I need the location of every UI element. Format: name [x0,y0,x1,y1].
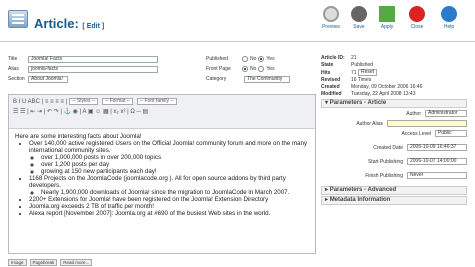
access-select[interactable]: Public [435,130,467,138]
params-advanced-header[interactable]: ▸ Parameters - Advanced [321,186,467,195]
list-item: growing at 150 new participants each day… [41,168,309,175]
list-item: Joomla.org exceeds 2 TB of traffic per m… [29,203,309,210]
frontpage-label: Front Page [206,66,231,72]
params-article-header[interactable]: ▾ Parameters - Article [321,99,467,108]
close-icon [409,6,425,22]
close-button[interactable]: Close [404,6,430,30]
alias-input[interactable]: joomla-facts [28,66,158,73]
article-form: Title Joomla! Facts Alias joomla-facts S… [8,55,316,86]
title-label: Title [8,56,18,62]
editor-toolbar[interactable]: B I U ABC | ≡ ≡ ≡ ≡ | -- Styles -- -- For… [9,95,315,129]
checkmark-icon [379,6,395,22]
section-label: Section [8,76,25,82]
start-publishing-input[interactable]: 2006-10-07 14:00:00 [407,158,467,166]
category-select[interactable]: The Community [244,76,290,83]
list-item: Nearly 1,900,000 downloads of Joomla! si… [41,189,309,196]
metadata-header[interactable]: ▸ Metadata Information [321,196,467,205]
section-select[interactable]: About Joomla! [28,76,68,83]
author-alias-input[interactable] [387,120,467,128]
page-title: Article: [ Edit ] [34,16,105,31]
editor-buttons: Image Pagebreak Read more... [8,259,95,266]
editor[interactable]: B I U ABC | ≡ ≡ ≡ ≡ | -- Styles -- -- For… [8,94,316,254]
header: Article: [ Edit ] Preview Save Apply Clo… [0,0,475,42]
author-select[interactable]: Administrator [425,110,467,118]
list-item: 1168 Projects on the JoomlaCode (joomlac… [29,175,309,189]
list-item: Over 140,000 active registered Users on … [29,140,309,154]
pagebreak-button[interactable]: Pagebreak [29,259,58,266]
list-item: Alexa report [November 2007]: Joomla.org… [29,210,309,217]
published-radios[interactable]: No Yes [240,55,275,64]
image-button[interactable]: Image [8,259,27,266]
finish-publishing-input[interactable]: Never [407,172,467,180]
save-button[interactable]: Save [346,6,372,30]
created-date-input[interactable]: 2006-10-09 16:46:37 [407,144,467,152]
editor-content[interactable]: Here are some interesting facts about Jo… [9,129,315,221]
alias-label: Alias [8,66,19,72]
list-item: over 1,000,000 posts in over 200,000 top… [41,154,309,161]
apply-button[interactable]: Apply [374,6,400,30]
list-item: 2200+ Extensions for Joomla! have been r… [29,196,309,203]
preview-button[interactable]: Preview [318,6,344,30]
category-label: Category [206,76,227,82]
magnifier-icon [323,6,339,22]
frontpage-radios[interactable]: No Yes [240,65,275,74]
list-item: over 1,200 posts per day [41,161,309,168]
published-label: Published [206,56,228,62]
article-info: Article ID: 21 State Published Hits 71 Rese… [321,55,423,97]
help-icon [441,6,457,22]
help-button[interactable]: Help [436,6,462,30]
reset-button[interactable]: Reset [357,69,378,76]
article-icon [8,10,28,28]
save-icon [351,6,367,22]
readmore-button[interactable]: Read more... [60,259,93,266]
title-input[interactable]: Joomla! Facts [28,56,158,63]
